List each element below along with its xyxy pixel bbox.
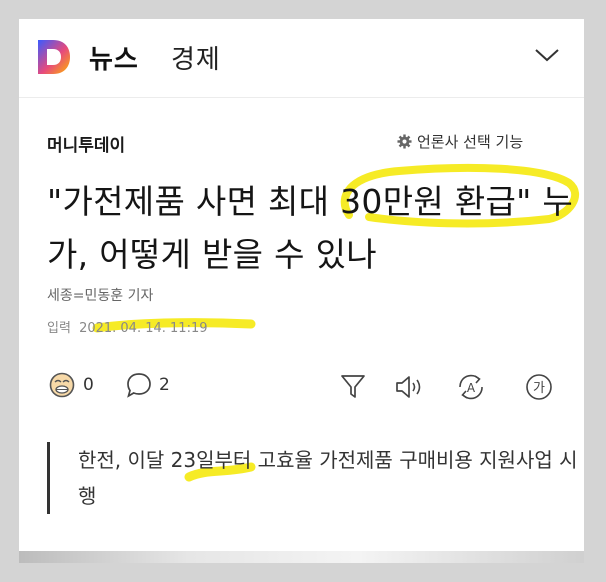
daum-logo-icon[interactable] <box>36 38 72 76</box>
reaction-icon <box>49 372 75 398</box>
reaction-count: 0 <box>83 375 94 395</box>
gear-icon <box>397 134 412 149</box>
published-label: 입력 <box>47 321 71 336</box>
translate-icon: A <box>459 374 483 400</box>
font-size-button[interactable]: 가 <box>523 371 555 403</box>
translate-glyph: A <box>467 381 476 395</box>
press-select-button[interactable]: 언론사 선택 기능 <box>397 131 523 152</box>
press-name[interactable]: 머니투데이 <box>47 131 125 156</box>
published-datetime: 2021. 04. 14. 11:19 <box>79 321 208 336</box>
published-date: 입력 2021. 04. 14. 11:19 <box>47 317 208 336</box>
comment-icon <box>127 373 151 398</box>
article-card: 뉴스 경제 머니투데이 언론사 선택 기능 "가전제품 사면 최대 30만원 환… <box>19 19 584 563</box>
font-size-glyph: 가 <box>533 381 545 396</box>
reaction-button[interactable]: 0 <box>47 371 94 399</box>
comment-count: 2 <box>159 375 170 395</box>
app-header: 뉴스 경제 <box>19 19 584 98</box>
summary-icon[interactable] <box>339 373 367 401</box>
comment-button[interactable]: 2 <box>125 371 170 399</box>
font-size-icon: 가 <box>526 374 552 400</box>
press-select-label: 언론사 선택 기능 <box>417 133 524 151</box>
article-image <box>19 551 584 563</box>
article-summary: 한전, 이달 23일부터 고효율 가전제품 구매비용 지원사업 시행 <box>47 442 578 514</box>
chevron-down-icon[interactable] <box>534 47 560 63</box>
reporter-name[interactable]: 세종=민동훈 기자 <box>47 285 153 305</box>
article-toolbar: 0 2 A 가 <box>47 365 557 405</box>
section-economy-label[interactable]: 경제 <box>171 39 221 76</box>
translate-button[interactable]: A <box>455 371 487 403</box>
listen-icon[interactable] <box>393 373 425 401</box>
section-news-label[interactable]: 뉴스 <box>89 39 139 76</box>
article-headline: "가전제품 사면 최대 30만원 환급" 누가, 어떻게 받을 수 있나 <box>47 182 574 274</box>
